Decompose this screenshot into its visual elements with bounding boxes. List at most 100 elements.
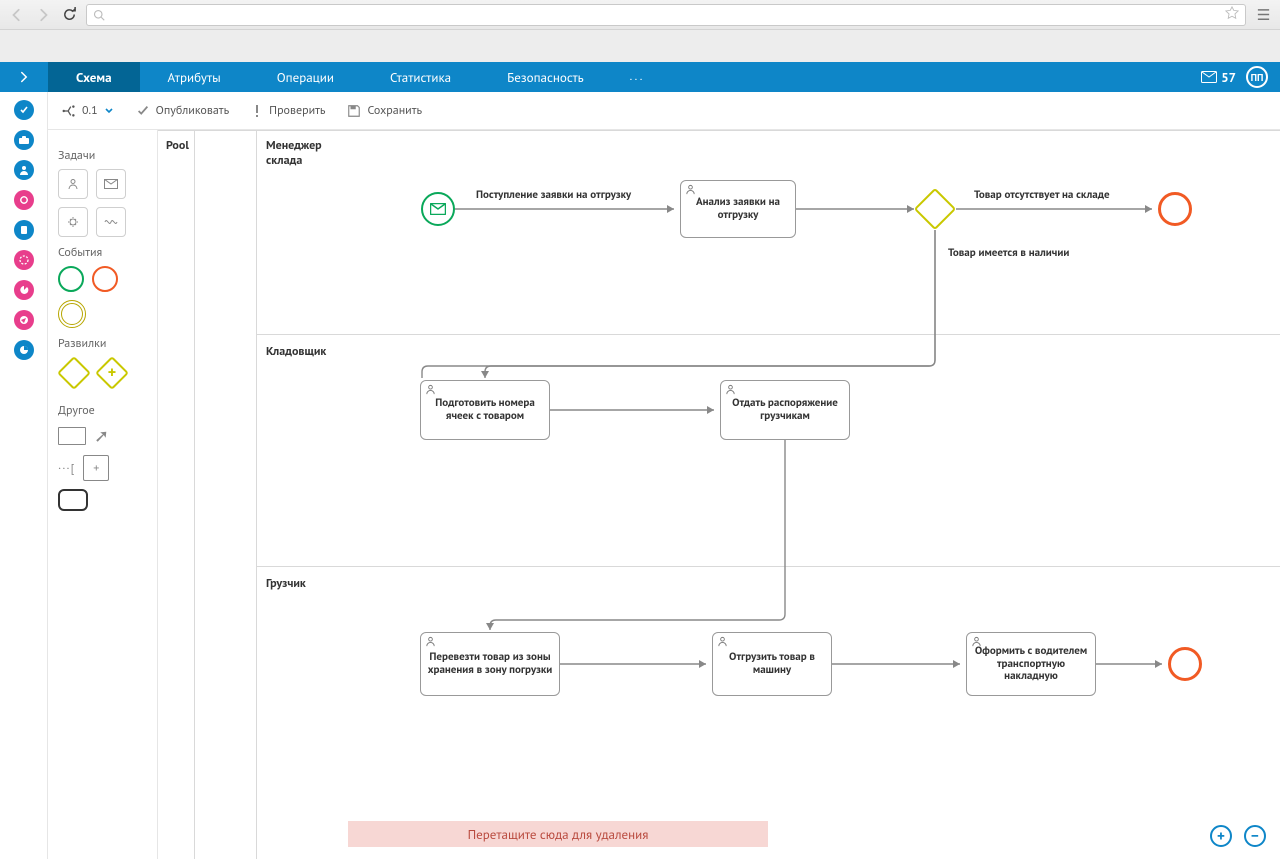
task-analyze[interactable]: Анализ заявки на отгрузку bbox=[680, 180, 796, 238]
task-waybill[interactable]: Оформить с водителем транспортную наклад… bbox=[966, 632, 1096, 696]
palette-parallel-gateway[interactable] bbox=[95, 356, 129, 390]
lane-title-3: Грузчик bbox=[266, 576, 306, 591]
nav-forward-icon[interactable] bbox=[34, 6, 52, 24]
lane-border-2 bbox=[256, 566, 1280, 567]
save-icon bbox=[347, 104, 361, 118]
rail-icon-2[interactable] bbox=[14, 130, 34, 150]
version-label: 0.1 bbox=[82, 103, 98, 118]
lane-title-2: Кладовщик bbox=[266, 344, 326, 359]
zoom-controls: + − bbox=[1210, 825, 1266, 847]
editor-toolbar: 0.1 Опубликовать Проверить Сохранить bbox=[48, 92, 1280, 130]
palette-timer-event[interactable] bbox=[58, 300, 86, 328]
sidebar-toggle[interactable] bbox=[0, 62, 48, 92]
palette-subprocess[interactable]: + bbox=[83, 455, 109, 481]
palette-xor-gateway[interactable] bbox=[57, 356, 91, 390]
validate-button[interactable]: Проверить bbox=[251, 103, 325, 118]
task-give-order[interactable]: Отдать распоряжение грузчикам bbox=[720, 380, 850, 440]
rail-icon-7[interactable] bbox=[14, 280, 34, 300]
mail-count: 57 bbox=[1221, 69, 1236, 86]
palette-send-task[interactable] bbox=[96, 169, 126, 199]
publish-button[interactable]: Опубликовать bbox=[136, 103, 230, 118]
palette-pool[interactable] bbox=[58, 489, 88, 511]
task-label: Отгрузить товар в машину bbox=[719, 651, 825, 676]
palette-start-event[interactable] bbox=[58, 266, 84, 292]
tab-operations[interactable]: Операции bbox=[249, 62, 362, 92]
zoom-in-button[interactable]: + bbox=[1210, 825, 1232, 847]
tab-more[interactable]: ... bbox=[612, 62, 663, 92]
lane-border-1 bbox=[256, 334, 1280, 335]
warning-icon bbox=[251, 104, 263, 118]
left-rail bbox=[0, 92, 48, 859]
palette-association[interactable]: ···[ bbox=[58, 461, 75, 476]
user-icon bbox=[971, 636, 982, 651]
pool-divider bbox=[194, 130, 195, 859]
mail-badge[interactable]: 57 bbox=[1201, 69, 1236, 86]
palette-other-head: Другое bbox=[58, 403, 147, 418]
end-event-2[interactable] bbox=[1168, 647, 1202, 681]
user-icon bbox=[425, 384, 436, 399]
lane-border-top bbox=[158, 130, 1280, 131]
start-event[interactable] bbox=[421, 192, 455, 226]
nav-back-icon[interactable] bbox=[8, 6, 26, 24]
task-ship[interactable]: Отгрузить товар в машину bbox=[712, 632, 832, 696]
palette-script-task[interactable] bbox=[96, 207, 126, 237]
palette-tasks-head: Задачи bbox=[58, 148, 147, 163]
palette-end-event[interactable] bbox=[92, 266, 118, 292]
diagram-canvas[interactable]: Pool Менеджер склада Кладовщик Грузчик П… bbox=[158, 130, 1280, 859]
end-event-1[interactable] bbox=[1158, 192, 1192, 226]
tab-schema[interactable]: Схема bbox=[48, 62, 140, 92]
zoom-out-button[interactable]: − bbox=[1244, 825, 1266, 847]
task-label: Анализ заявки на отгрузку bbox=[687, 196, 789, 221]
lane-divider bbox=[256, 130, 257, 859]
search-icon bbox=[93, 9, 105, 21]
palette-service-task[interactable] bbox=[58, 207, 88, 237]
rail-icon-5[interactable] bbox=[14, 220, 34, 240]
save-label: Сохранить bbox=[367, 103, 422, 118]
url-bar[interactable] bbox=[86, 4, 1246, 26]
rail-icon-4[interactable] bbox=[14, 190, 34, 210]
validate-label: Проверить bbox=[269, 103, 325, 118]
app-header: Схема Атрибуты Операции Статистика Безоп… bbox=[0, 62, 1280, 92]
save-button[interactable]: Сохранить bbox=[347, 103, 422, 118]
hamburger-icon[interactable] bbox=[1254, 6, 1272, 24]
publish-label: Опубликовать bbox=[156, 103, 230, 118]
edge-label-absent: Товар отсутствует на складе bbox=[974, 188, 1110, 202]
rail-icon-3[interactable] bbox=[14, 160, 34, 180]
delete-drop-zone[interactable]: Перетащите сюда для удаления bbox=[348, 821, 768, 847]
palette-connector[interactable]: ➚ bbox=[94, 424, 109, 447]
rail-icon-6[interactable] bbox=[14, 250, 34, 270]
palette-gateways-head: Развилки bbox=[58, 336, 147, 351]
chevron-down-icon bbox=[104, 106, 114, 116]
user-icon bbox=[425, 636, 436, 651]
reload-icon[interactable] bbox=[60, 6, 78, 24]
tab-attributes[interactable]: Атрибуты bbox=[140, 62, 249, 92]
tab-security[interactable]: Безопасность bbox=[479, 62, 612, 92]
user-avatar[interactable]: ПП bbox=[1246, 66, 1268, 88]
version-selector[interactable]: 0.1 bbox=[62, 103, 114, 118]
rail-icon-1[interactable] bbox=[14, 100, 34, 120]
palette-annotation[interactable] bbox=[58, 427, 86, 445]
chrome-gap bbox=[0, 30, 1280, 62]
task-label: Подготовить номера ячеек с товаром bbox=[427, 397, 543, 422]
task-prepare-cells[interactable]: Подготовить номера ячеек с товаром bbox=[420, 380, 550, 440]
pool-title: Pool bbox=[166, 138, 189, 153]
rail-icon-9[interactable] bbox=[14, 340, 34, 360]
task-label: Перевезти товар из зоны хранения в зону … bbox=[427, 651, 553, 676]
palette-user-task[interactable] bbox=[58, 169, 88, 199]
edge-label-present: Товар имеется в наличии bbox=[948, 246, 1069, 260]
user-icon bbox=[685, 184, 696, 199]
mail-icon bbox=[1201, 71, 1217, 83]
gateway[interactable] bbox=[914, 188, 956, 230]
shape-palette: Задачи События Развилки bbox=[48, 130, 158, 859]
user-icon bbox=[725, 384, 736, 399]
browser-chrome bbox=[0, 0, 1280, 30]
branch-icon bbox=[62, 104, 76, 118]
user-icon bbox=[717, 636, 728, 651]
task-move-goods[interactable]: Перевезти товар из зоны хранения в зону … bbox=[420, 632, 560, 696]
tab-statistics[interactable]: Статистика bbox=[362, 62, 479, 92]
rail-icon-8[interactable] bbox=[14, 310, 34, 330]
url-input[interactable] bbox=[111, 8, 1219, 22]
lane-title-1: Менеджер склада bbox=[266, 138, 322, 168]
bookmark-icon[interactable] bbox=[1225, 6, 1239, 24]
check-icon bbox=[136, 104, 150, 118]
